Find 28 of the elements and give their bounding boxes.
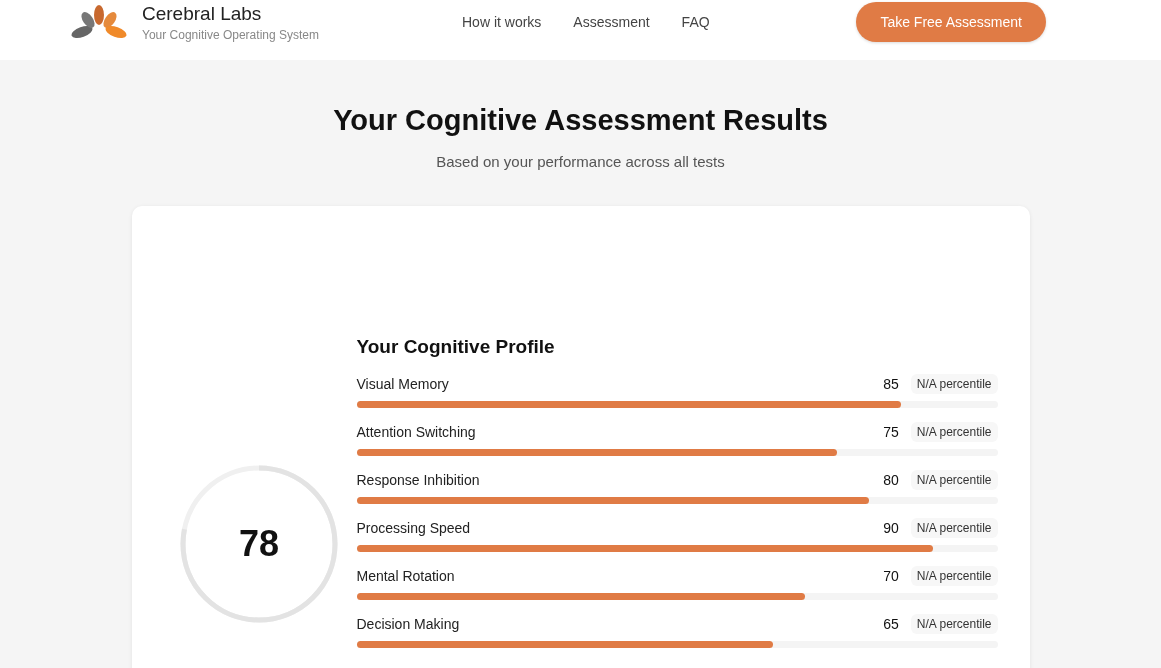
skill-name: Processing Speed (356, 520, 472, 536)
brand-tagline: Your Cognitive Operating System (142, 27, 319, 42)
logo-icon (70, 4, 128, 40)
percentile-badge: N/A percentile (910, 374, 998, 394)
skill-score: 70 (883, 568, 899, 584)
percentile-badge: N/A percentile (910, 518, 998, 538)
profile-title: Your Cognitive Profile (356, 336, 556, 358)
skill-score: 75 (883, 424, 899, 440)
skill-name: Decision Making (356, 616, 461, 632)
skill-name: Response Inhibition (356, 472, 481, 488)
percentile-badge: N/A percentile (910, 470, 998, 490)
skill-name: Visual Memory (356, 376, 450, 392)
skill-name: Mental Rotation (356, 568, 456, 584)
skill-score: 90 (883, 520, 899, 536)
skill-name: Attention Switching (356, 424, 477, 440)
brand-name: Cerebral Labs (142, 2, 263, 25)
nav-link[interactable]: How it works (462, 14, 542, 30)
percentile-badge: N/A percentile (910, 614, 998, 634)
nav-link[interactable]: FAQ (681, 14, 710, 30)
percentile-badge: N/A percentile (910, 422, 998, 442)
percentile-badge: N/A percentile (910, 566, 998, 586)
overall-score: 78 (239, 526, 279, 562)
nav-link[interactable]: Assessment (573, 14, 650, 30)
page-subtitle: Based on your performance across all tests (436, 153, 725, 170)
skill-score: 85 (883, 376, 899, 392)
skill-score: 80 (883, 472, 899, 488)
skill-score: 65 (883, 616, 899, 632)
page-title: Your Cognitive Assessment Results (333, 104, 828, 137)
